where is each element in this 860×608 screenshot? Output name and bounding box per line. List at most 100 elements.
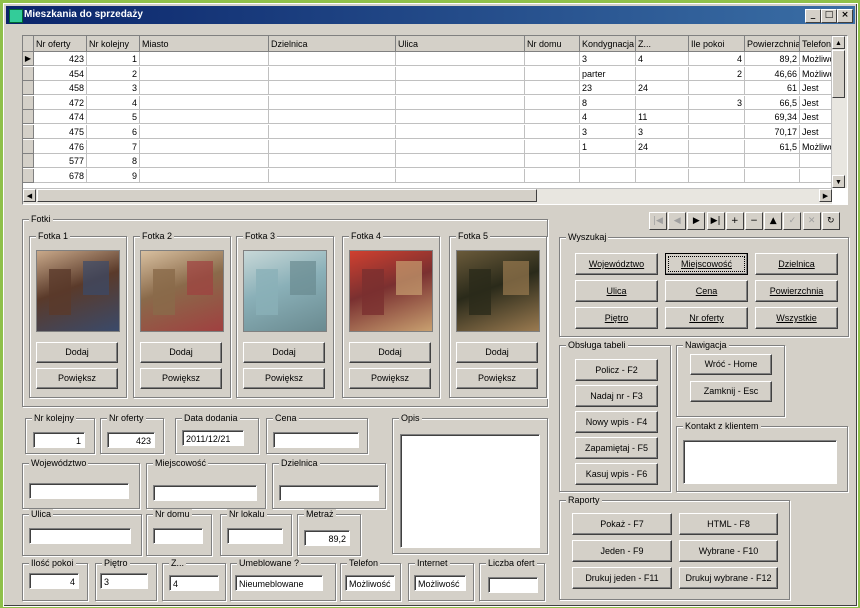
table-cell[interactable] [636, 168, 689, 183]
table-cell[interactable] [269, 66, 396, 81]
zoom-photo-button[interactable]: Powiększ [243, 368, 325, 389]
row-indicator[interactable] [23, 154, 34, 169]
table-cell[interactable] [396, 110, 525, 125]
table-cell[interactable]: 577 [34, 154, 87, 169]
table-cell[interactable]: 475 [34, 125, 87, 139]
contact-textarea[interactable] [683, 440, 837, 484]
sequence-number-field[interactable]: 1 [33, 432, 85, 448]
table-cell[interactable]: 66,5 [745, 95, 800, 110]
column-header[interactable]: Nr oferty [34, 36, 87, 52]
table-cell[interactable]: 61 [745, 81, 800, 96]
zoom-photo-button[interactable]: Powiększ [36, 368, 118, 389]
photo-thumbnail[interactable] [456, 250, 540, 332]
search-price-button[interactable]: Cena [665, 280, 748, 302]
column-header[interactable]: Z... [636, 36, 689, 52]
table-cell[interactable] [580, 154, 636, 169]
table-cell[interactable] [396, 154, 525, 169]
table-cell[interactable]: 7 [87, 139, 140, 154]
table-cell[interactable]: 458 [34, 81, 87, 96]
column-header[interactable]: Powierzchnia [745, 36, 800, 52]
table-cell[interactable] [689, 125, 745, 139]
add-photo-button[interactable]: Dodaj [456, 342, 538, 363]
search-province-button[interactable]: Województwo [575, 253, 658, 275]
zoom-photo-button[interactable]: Powiększ [140, 368, 222, 389]
table-cell[interactable] [525, 81, 580, 96]
table-cell[interactable] [269, 95, 396, 110]
table-cell[interactable]: 24 [636, 81, 689, 96]
scroll-up-icon[interactable]: ▲ [832, 36, 845, 49]
table-cell[interactable] [525, 139, 580, 154]
html-report-button[interactable]: HTML - F8 [679, 513, 778, 535]
table-cell[interactable]: 1 [87, 52, 140, 66]
table-cell[interactable] [396, 95, 525, 110]
new-entry-button[interactable]: Nowy wpis - F4 [575, 411, 658, 433]
count-button[interactable]: Policz - F2 [575, 359, 658, 381]
row-indicator[interactable]: ▶ [23, 52, 34, 66]
table-cell[interactable]: 3 [87, 81, 140, 96]
table-cell[interactable]: 4 [689, 52, 745, 66]
vertical-scrollbar[interactable]: ▲ ▼ [831, 36, 847, 188]
table-cell[interactable] [745, 168, 800, 183]
table-cell[interactable] [689, 168, 745, 183]
add-photo-button[interactable]: Dodaj [243, 342, 325, 363]
photo-thumbnail[interactable] [243, 250, 327, 332]
district-field[interactable] [279, 485, 379, 501]
table-cell[interactable]: 423 [34, 52, 87, 66]
horizontal-scrollbar[interactable]: ◀ ▶ [23, 188, 832, 204]
table-cell[interactable]: 5 [87, 110, 140, 125]
row-indicator[interactable] [23, 168, 34, 183]
table-cell[interactable] [269, 81, 396, 96]
area-field[interactable]: 89,2 [304, 530, 350, 546]
table-cell[interactable]: 678 [34, 168, 87, 183]
table-cell[interactable] [140, 139, 269, 154]
rooms-count-field[interactable]: 4 [29, 573, 79, 589]
table-cell[interactable] [636, 66, 689, 81]
table-cell[interactable] [140, 168, 269, 183]
offers-count-field[interactable] [488, 577, 538, 593]
row-indicator[interactable] [23, 139, 34, 154]
table-cell[interactable] [140, 125, 269, 139]
scroll-left-icon[interactable]: ◀ [23, 189, 36, 202]
table-cell[interactable] [636, 95, 689, 110]
offers-table[interactable]: Nr oferty Nr kolejny Miasto Dzielnica Ulica N… [22, 35, 848, 205]
title-bar[interactable]: Mieszkania do sprzedaży _ □ × [6, 6, 855, 24]
refresh-icon[interactable]: ↻ [821, 212, 840, 230]
cancel-record-icon[interactable]: ✕ [802, 212, 821, 230]
search-offer-number-button[interactable]: Nr oferty [665, 307, 748, 329]
table-cell[interactable] [689, 154, 745, 169]
table-cell[interactable] [525, 66, 580, 81]
save-button[interactable]: Zapamiętaj - F5 [575, 437, 658, 459]
delete-entry-button[interactable]: Kasuj wpis - F6 [575, 463, 658, 485]
prior-record-icon[interactable]: ◀ [668, 212, 687, 230]
insert-record-icon[interactable]: + [725, 212, 744, 230]
table-cell[interactable]: 3 [580, 52, 636, 66]
province-field[interactable] [29, 483, 129, 499]
selected-report-button[interactable]: Wybrane - F10 [679, 540, 778, 562]
table-cell[interactable] [140, 110, 269, 125]
table-cell[interactable]: 69,34 [745, 110, 800, 125]
table-cell[interactable]: 4 [87, 95, 140, 110]
table-cell[interactable] [580, 168, 636, 183]
scroll-right-icon[interactable]: ▶ [819, 189, 832, 202]
table-cell[interactable] [396, 81, 525, 96]
column-header[interactable]: Dzielnica [269, 36, 396, 52]
table-cell[interactable]: parter [580, 66, 636, 81]
table-cell[interactable] [525, 168, 580, 183]
table-cell[interactable]: 1 [580, 139, 636, 154]
column-header[interactable]: Kondygnacja [580, 36, 636, 52]
table-cell[interactable] [525, 52, 580, 66]
table-cell[interactable]: 8 [580, 95, 636, 110]
table-cell[interactable]: 4 [636, 52, 689, 66]
first-record-icon[interactable]: |◀ [649, 212, 667, 230]
table-cell[interactable]: 24 [636, 139, 689, 154]
description-textarea[interactable] [400, 434, 540, 548]
table-cell[interactable] [269, 168, 396, 183]
add-photo-button[interactable]: Dodaj [36, 342, 118, 363]
table-cell[interactable]: 61,5 [745, 139, 800, 154]
zoom-photo-button[interactable]: Powiększ [456, 368, 538, 389]
table-cell[interactable]: 3 [580, 125, 636, 139]
flat-number-field[interactable] [227, 528, 283, 544]
maximize-button[interactable]: □ [821, 9, 837, 23]
scroll-down-icon[interactable]: ▼ [832, 175, 845, 188]
table-cell[interactable] [636, 154, 689, 169]
